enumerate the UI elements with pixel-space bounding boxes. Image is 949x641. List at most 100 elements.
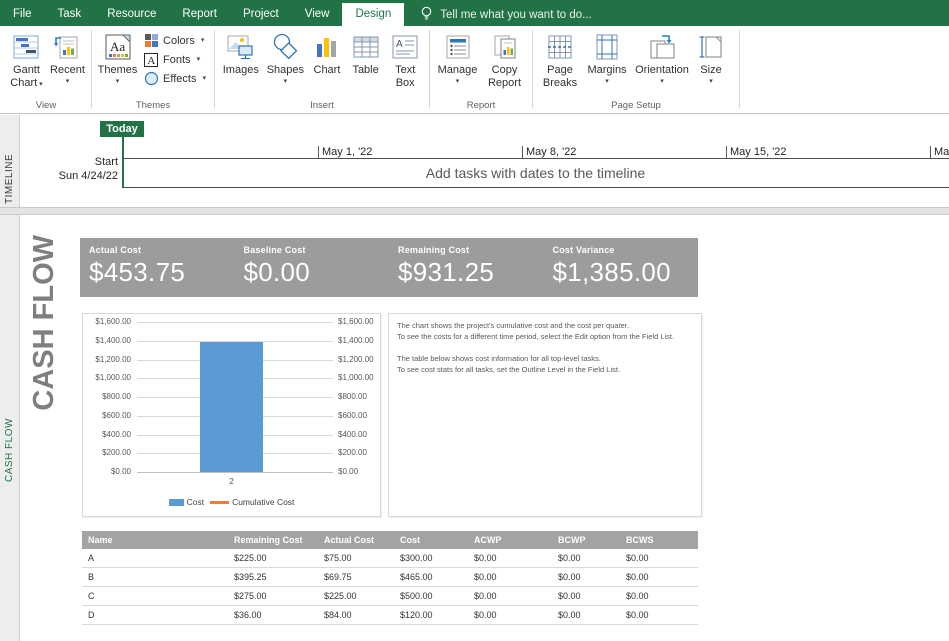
themes-icon: Aa: [101, 30, 135, 63]
themes-button[interactable]: Aa Themes ▾: [96, 28, 139, 86]
timeline-start-label: Start Sun 4/24/22: [30, 155, 118, 183]
description-line: The chart shows the project's cumulative…: [397, 321, 629, 330]
tab-resource[interactable]: Resource: [94, 3, 169, 26]
text-box-label: Text Box: [395, 64, 416, 89]
orientation-button[interactable]: Orientation ▾: [631, 28, 693, 86]
chart-label: Chart: [313, 64, 341, 76]
dropdown-arrow-icon: ▾: [200, 37, 205, 44]
timeline-bottom-line: [122, 187, 949, 188]
table-row: B $395.25 $69.75 $465.00 $0.00 $0.00 $0.00: [82, 568, 698, 587]
gantt-chart-button[interactable]: Gantt Chart ▾: [5, 28, 48, 90]
tab-view[interactable]: View: [292, 3, 343, 26]
tab-file[interactable]: File: [0, 3, 45, 26]
y-axis-label-right: $400.00: [338, 429, 367, 439]
group-label-themes: Themes: [135, 100, 171, 111]
chart-button[interactable]: Chart: [308, 28, 346, 77]
table-cell: $84.00: [324, 610, 352, 620]
margins-button[interactable]: Margins ▾: [583, 28, 631, 86]
colors-button[interactable]: Colors ▾: [139, 31, 210, 50]
chart-legend: Cost Cumulative Cost: [83, 497, 380, 507]
table-label: Table: [352, 64, 379, 76]
page-breaks-button[interactable]: Page Breaks: [537, 28, 583, 90]
manage-button[interactable]: Manage ▾: [434, 28, 481, 86]
orientation-icon: [645, 30, 679, 63]
copy-report-button[interactable]: Copy Report: [481, 28, 528, 90]
group-label-view: View: [35, 100, 57, 111]
table-cell: $225.00: [324, 591, 357, 601]
timeline-date: Ma: [930, 146, 949, 158]
y-axis-label-left: $200.00: [102, 448, 131, 458]
timeline-band[interactable]: Add tasks with dates to the timeline: [122, 159, 949, 186]
table-cell: $120.00: [400, 610, 433, 620]
effects-label: Effects: [163, 72, 197, 85]
y-axis-label-right: $0.00: [338, 467, 359, 476]
chart-gridline: [137, 322, 333, 323]
legend-label: Cost: [186, 497, 205, 507]
text-box-button[interactable]: A Text Box: [385, 28, 425, 90]
metrics-band[interactable]: Actual Cost $453.75 Baseline Cost $0.00 …: [80, 238, 698, 297]
ribbon-group-report: Manage ▾ Copy Report Report: [431, 26, 531, 113]
description-line: To see cost stats for all tasks, set the…: [397, 365, 621, 374]
metric-baseline-cost: Baseline Cost $0.00: [243, 245, 311, 287]
colors-label: Colors: [163, 34, 195, 47]
start-date: Sun 4/24/22: [58, 170, 118, 182]
size-button[interactable]: Size ▾: [693, 28, 729, 86]
table-cell: $0.00: [558, 591, 581, 601]
images-button[interactable]: Images: [219, 28, 263, 77]
group-label-report: Report: [466, 100, 496, 111]
table-header-cell: Remaining Cost: [234, 535, 303, 545]
recent-button[interactable]: Recent ▾: [48, 28, 87, 86]
y-axis-label-left: $800.00: [102, 392, 131, 401]
tab-project[interactable]: Project: [230, 3, 292, 26]
report-pane-label: CASH FLOW: [4, 418, 15, 482]
cost-bar: [200, 342, 263, 472]
themes-small-buttons: Colors ▾ A Fonts ▾ Effects ▾: [139, 28, 210, 88]
svg-text:A: A: [396, 39, 403, 50]
legend-item: Cumulative Cost: [210, 497, 294, 507]
shapes-icon: [268, 30, 302, 63]
table-cell: $0.00: [626, 553, 649, 563]
dropdown-arrow-icon: ▾: [202, 75, 206, 82]
shapes-button[interactable]: Shapes ▾: [263, 28, 309, 86]
dropdown-arrow-icon: ▾: [283, 78, 288, 85]
text-box-icon: A: [388, 30, 422, 63]
dropdown-arrow-icon: ▾: [65, 78, 70, 85]
tab-report[interactable]: Report: [169, 3, 230, 26]
copy-report-label: Copy Report: [487, 64, 522, 89]
cost-table[interactable]: Name Remaining Cost Actual Cost Cost ACWP BCW…: [82, 531, 698, 625]
fonts-button[interactable]: A Fonts ▾: [139, 50, 210, 69]
table-cell: C: [88, 591, 95, 601]
size-label: Size: [700, 64, 722, 76]
table-cell: $36.00: [234, 610, 262, 620]
cost-chart[interactable]: $0.00 $0.00 $200.00 $200.00 $400.00 $400.00 $6…: [82, 313, 381, 517]
y-axis-label-right: $1,400.00: [338, 335, 374, 345]
page-breaks-label: Page Breaks: [542, 64, 578, 89]
tab-design[interactable]: Design: [342, 3, 405, 26]
timeline-pane-label: TIMELINE: [4, 153, 15, 204]
tell-me-box[interactable]: Tell me what you want to do...: [420, 3, 592, 26]
manage-icon: [441, 30, 475, 63]
tab-task[interactable]: Task: [45, 3, 95, 26]
table-button[interactable]: Table: [346, 28, 386, 77]
table-header-cell: BCWS: [626, 535, 654, 545]
dropdown-arrow-icon: ▾: [115, 78, 120, 85]
effects-button[interactable]: Effects ▾: [139, 69, 210, 88]
colors-icon: [143, 33, 159, 49]
y-axis-label-left: $1,400.00: [95, 335, 131, 345]
metric-cost-variance: Cost Variance $1,385.00: [552, 245, 671, 287]
size-icon: [694, 30, 728, 63]
shapes-label: Shapes: [266, 64, 305, 76]
table-cell: A: [88, 553, 95, 563]
pane-splitter[interactable]: [0, 207, 949, 215]
timeline-date: May 1, '22: [318, 146, 372, 158]
legend-bar-swatch: [168, 498, 184, 506]
report-description[interactable]: The chart shows the project's cumulative…: [388, 313, 702, 517]
table-row: C $275.00 $225.00 $500.00 $0.00 $0.00 $0.00: [82, 587, 698, 606]
legend-label: Cumulative Cost: [232, 497, 295, 507]
svg-text:A: A: [147, 55, 155, 67]
y-axis-label-left: $1,200.00: [95, 354, 131, 364]
table-cell: $0.00: [558, 572, 581, 582]
dropdown-arrow-icon: ▾: [605, 78, 609, 85]
cost-chart-canvas: $0.00 $0.00 $200.00 $200.00 $400.00 $400.00 $6…: [83, 314, 380, 516]
group-label-insert: Insert: [310, 100, 334, 111]
